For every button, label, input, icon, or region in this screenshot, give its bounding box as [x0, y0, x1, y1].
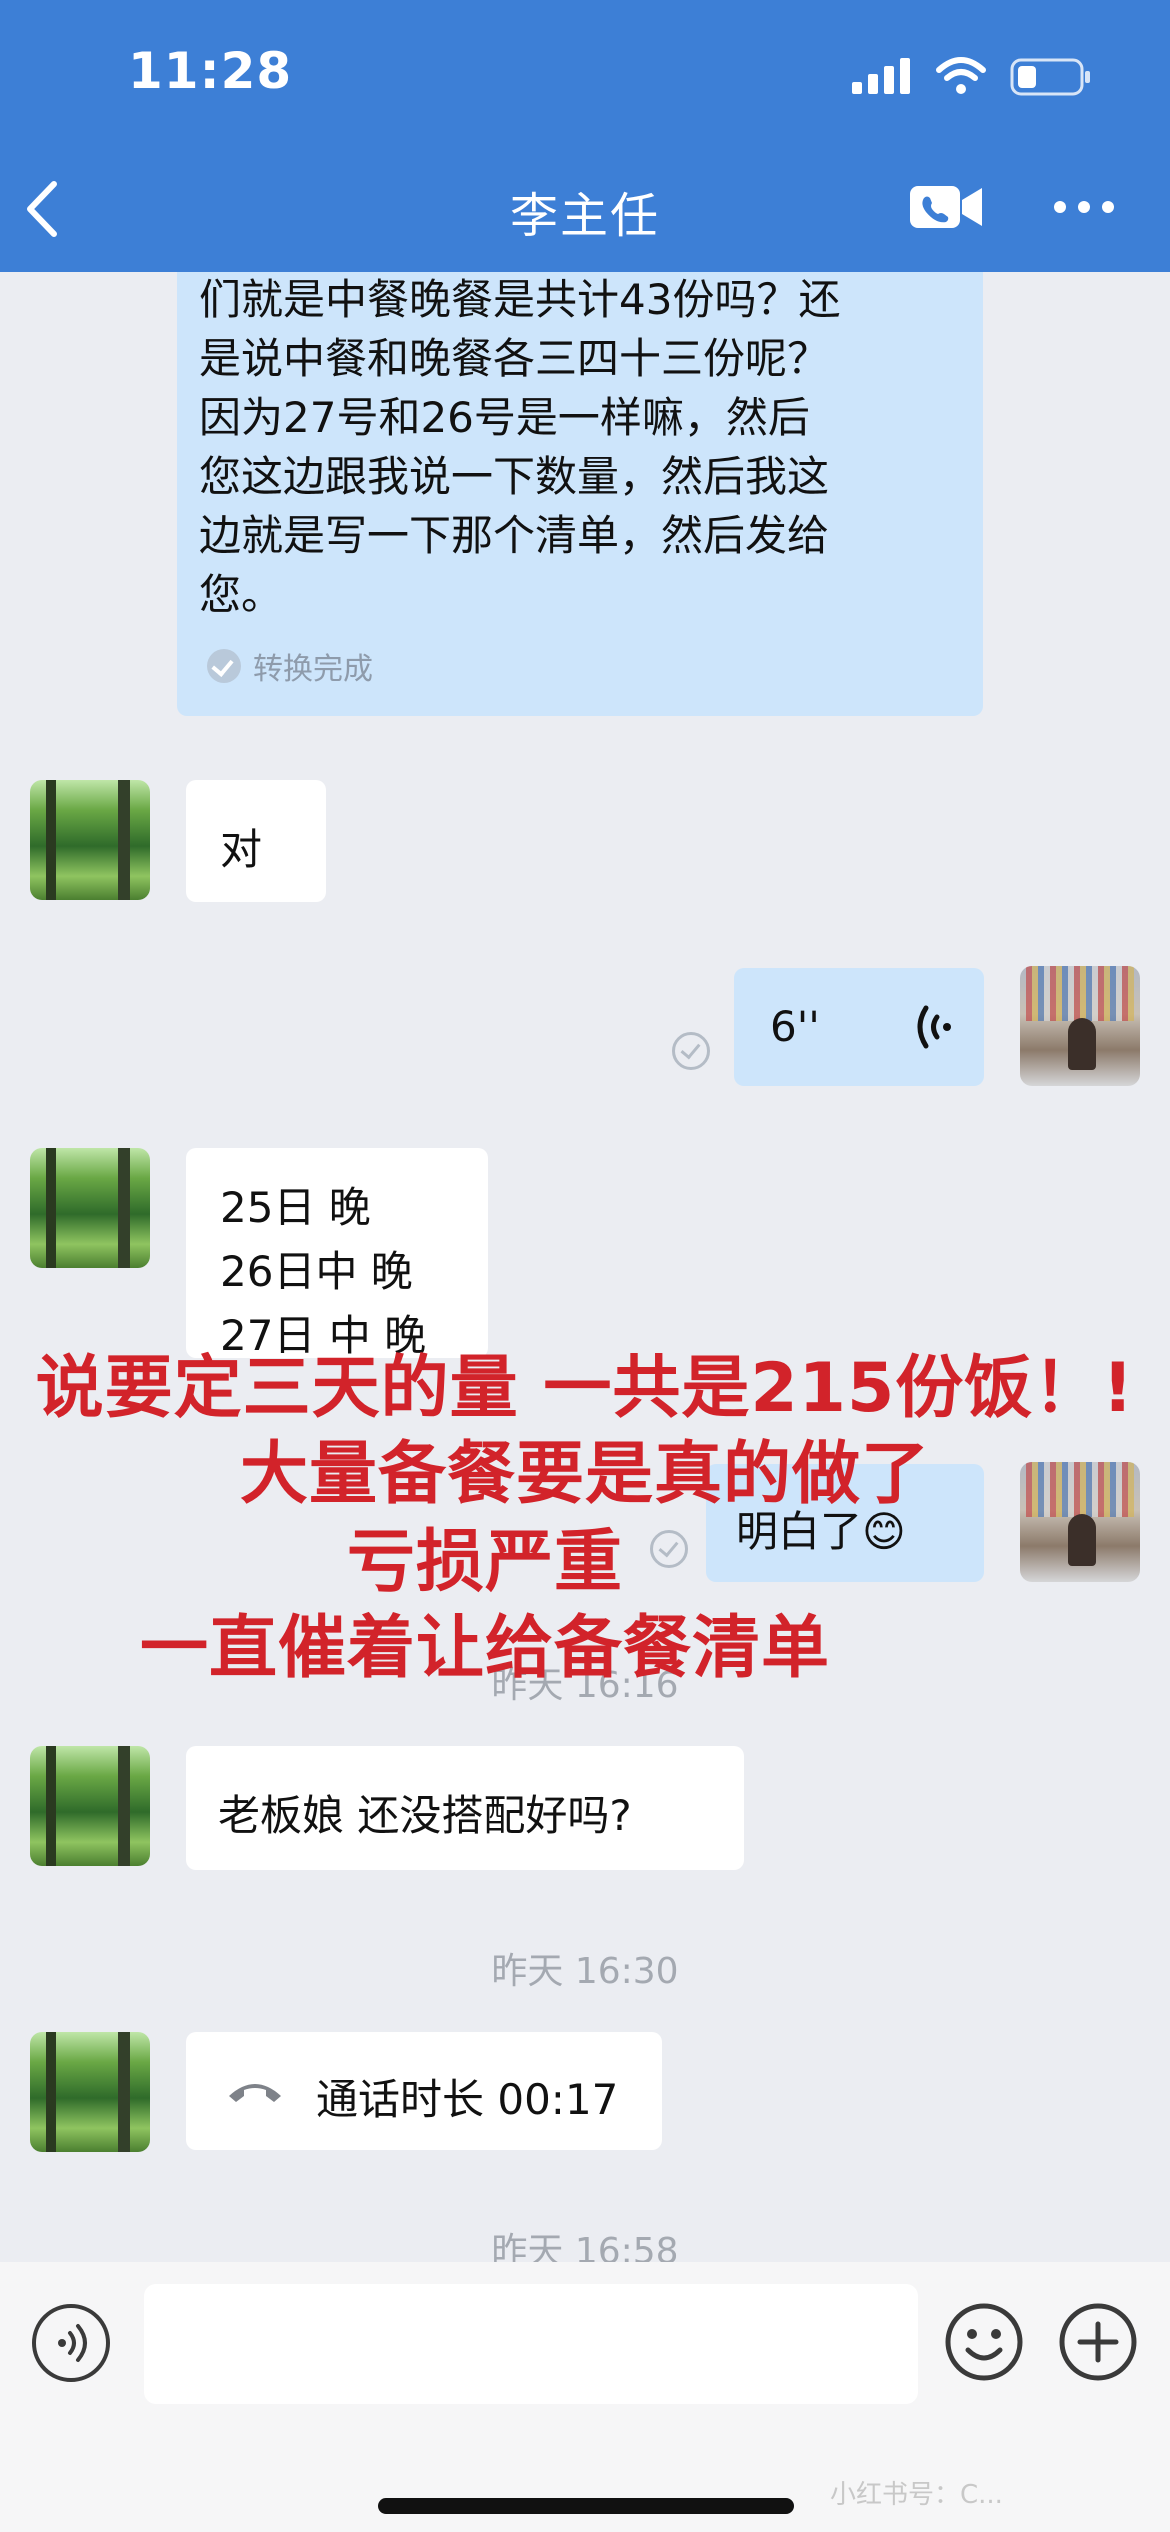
voice-duration: 6'' [770, 1002, 820, 1051]
transcription-text: 们就是中餐晚餐是共计43份吗？还 是说中餐和晚餐各三四十三份呢？ 因为27号和2… [199, 275, 841, 619]
message-text: 对 [220, 825, 263, 874]
annotation-line-4: 一直催着让给备餐清单 [139, 1609, 830, 1688]
cellular-signal-icon [852, 58, 910, 94]
message-line: 25日 晚 [220, 1183, 371, 1232]
annotation-line-1: 说要定三天的量 一共是215份饭！! [35, 1349, 1135, 1428]
my-avatar[interactable] [1020, 966, 1140, 1086]
contact-avatar[interactable] [30, 780, 150, 900]
message-line: 26日中 晚 [220, 1247, 413, 1296]
battery-icon [1010, 58, 1090, 96]
phone-hangup-icon [229, 2084, 281, 2102]
transcribed-message-bubble[interactable]: 们就是中餐晚餐是共计43份吗？还 是说中餐和晚餐各三四十三份呢？ 因为27号和2… [177, 272, 983, 716]
plus-button-icon[interactable] [1058, 2302, 1138, 2382]
read-receipt-icon [672, 1032, 710, 1070]
more-options-icon[interactable] [1052, 194, 1116, 220]
video-call-icon[interactable] [910, 182, 984, 232]
chat-title: 李主任 [509, 188, 660, 244]
emoji-button-icon[interactable] [944, 2302, 1024, 2382]
call-duration: 通话时长 00:17 [316, 2075, 619, 2124]
call-record-bubble[interactable]: 通话时长 00:17 [186, 2032, 662, 2150]
message-text: 老板娘 还没搭配好吗? [218, 1791, 632, 1840]
conversion-status-label: 转换完成 [253, 652, 373, 687]
input-bar: 小红书号：C... [0, 2262, 1170, 2532]
wifi-icon [936, 57, 986, 94]
voice-input-button[interactable] [32, 2304, 110, 2382]
chat-header: 11:28 李主任 [0, 0, 1170, 272]
home-indicator[interactable] [378, 2498, 794, 2514]
message-bubble-incoming[interactable]: 对 [186, 780, 326, 902]
status-time: 11:28 [128, 42, 293, 100]
contact-avatar[interactable] [30, 1746, 150, 1866]
annotation-line-2: 大量备餐要是真的做了 [239, 1435, 930, 1514]
voice-message-bubble[interactable]: 6'' [734, 968, 984, 1086]
conversion-status: 转换完成 [207, 644, 373, 688]
annotation-line-3: 亏损严重 [346, 1523, 623, 1602]
watermark: 小红书号：C... [830, 2480, 1003, 2510]
message-bubble-incoming[interactable]: 25日 晚 26日中 晚 27日 中 晚 [186, 1148, 488, 1360]
message-input[interactable] [144, 2284, 918, 2404]
check-icon [207, 649, 241, 683]
contact-avatar[interactable] [30, 2032, 150, 2152]
message-timestamp: 昨天 16:30 [491, 1951, 679, 1992]
message-bubble-incoming[interactable]: 老板娘 还没搭配好吗? [186, 1746, 744, 1870]
voice-wave-icon [917, 1005, 951, 1049]
contact-avatar[interactable] [30, 1148, 150, 1268]
voice-input-icon [58, 2324, 87, 2362]
